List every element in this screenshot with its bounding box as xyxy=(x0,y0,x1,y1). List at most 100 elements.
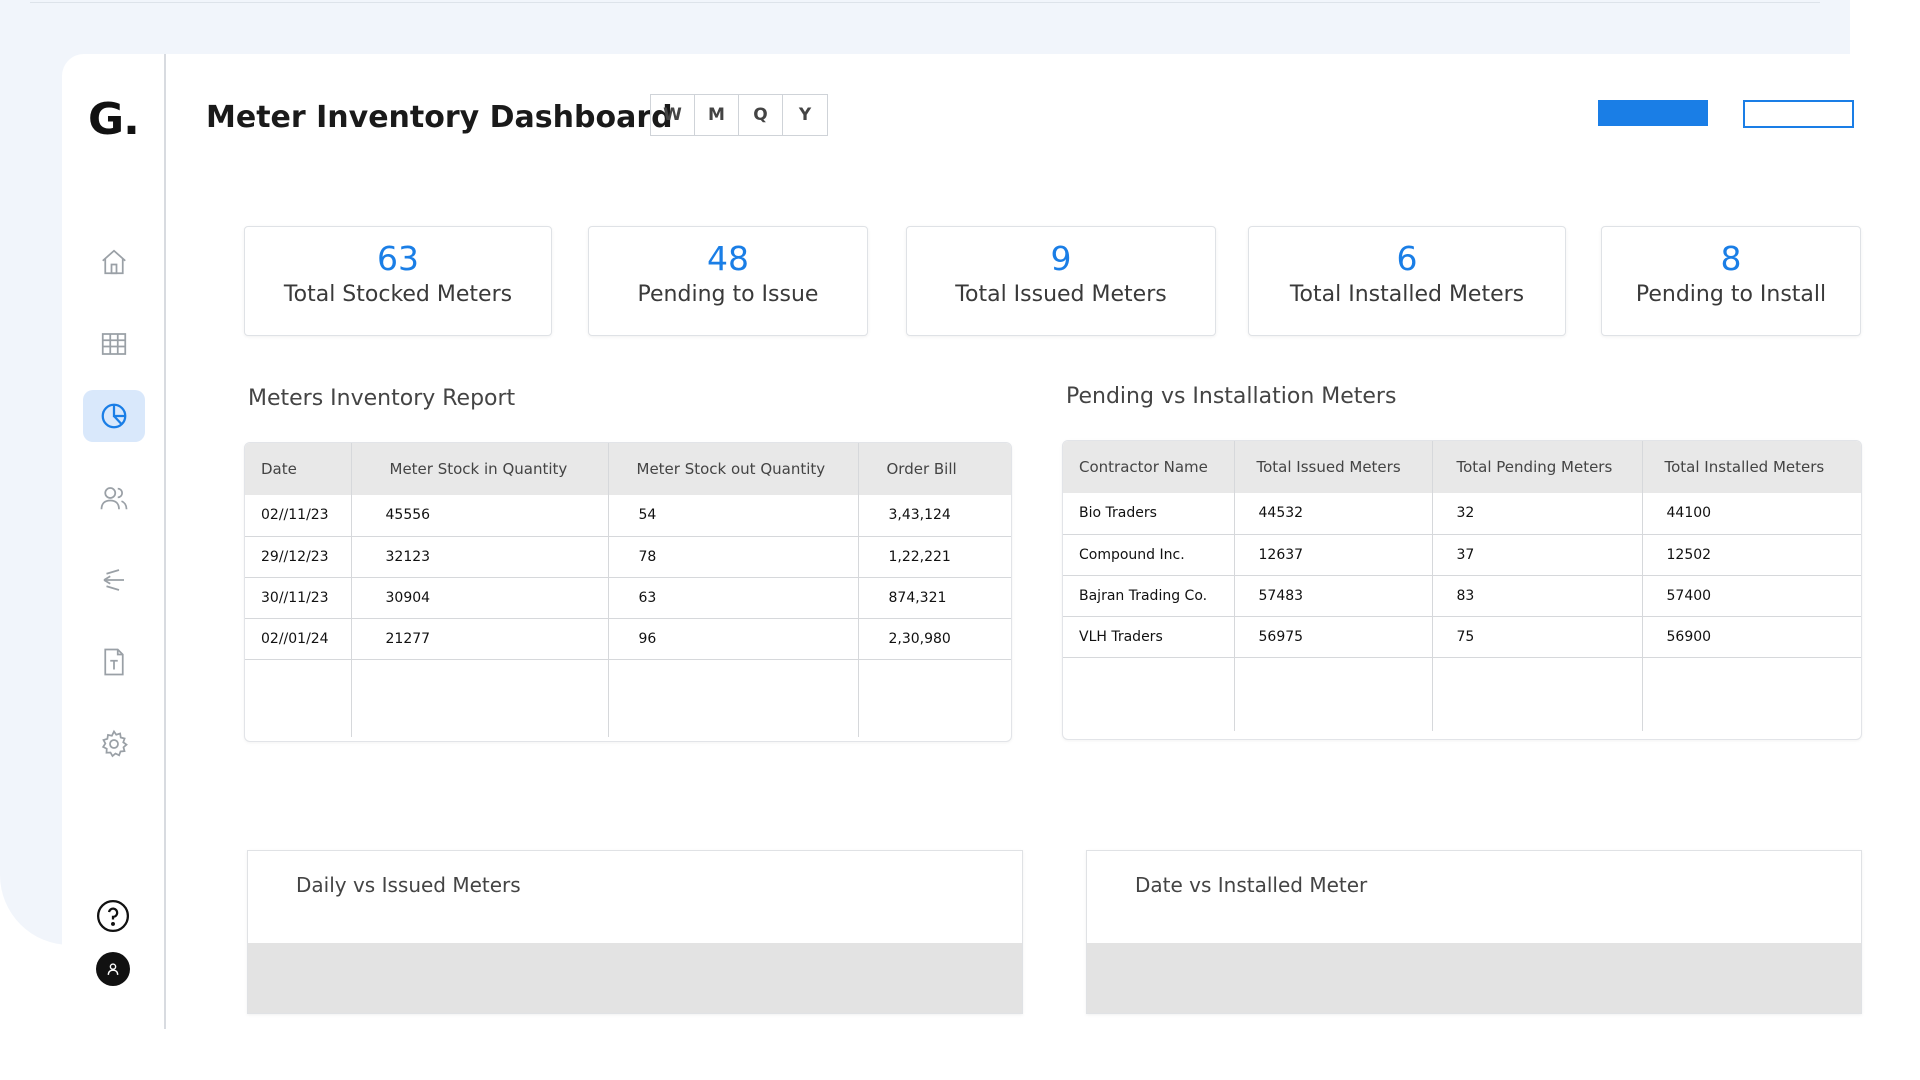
kpi-card-installed: 6 Total Installed Meters xyxy=(1248,226,1566,336)
table-cell xyxy=(1642,657,1861,694)
sidebar-item-transfers[interactable] xyxy=(83,554,145,606)
avatar[interactable] xyxy=(96,952,130,986)
help-icon[interactable] xyxy=(96,899,130,933)
kpi-value: 6 xyxy=(1396,239,1418,278)
period-selector: W M Q Y xyxy=(650,94,828,136)
home-icon xyxy=(102,249,126,275)
page-title: Meter Inventory Dashboard xyxy=(206,100,673,135)
kpi-label: Pending to Install xyxy=(1635,282,1827,307)
table-cell xyxy=(1234,694,1433,731)
table-row[interactable]: Bio Traders 44532 32 44100 xyxy=(1063,493,1861,535)
chart-placeholder xyxy=(248,943,1022,1013)
table-row[interactable]: Compound Inc. 12637 37 12502 xyxy=(1063,534,1861,576)
table-cell: 30904 xyxy=(351,577,609,619)
table-cell xyxy=(1642,694,1861,731)
chart-title: Daily vs Issued Meters xyxy=(296,873,521,897)
kpi-value: 63 xyxy=(377,239,419,278)
kpi-value: 9 xyxy=(1050,239,1072,278)
table-row-empty xyxy=(245,659,1011,737)
table-cell: 02//11/23 xyxy=(245,495,352,537)
background-divider xyxy=(30,2,1820,3)
gear-icon xyxy=(101,729,128,758)
table-row[interactable]: 30//11/23 30904 63 874,321 xyxy=(245,577,1011,619)
kpi-card-pending-install: 8 Pending to Install xyxy=(1601,226,1861,336)
column-header[interactable]: Order Bill xyxy=(858,443,1011,495)
table-cell: 37 xyxy=(1432,534,1643,576)
table-cell: 21277 xyxy=(351,618,609,660)
table-row[interactable]: VLH Traders 56975 75 56900 xyxy=(1063,616,1861,658)
pending-installation-table: Contractor Name Total Issued Meters Tota… xyxy=(1062,440,1862,740)
inventory-report-title: Meters Inventory Report xyxy=(248,386,516,411)
sidebar-item-reports[interactable] xyxy=(83,390,145,442)
table-cell: 44100 xyxy=(1642,493,1861,535)
table-cell: VLH Traders xyxy=(1063,616,1235,658)
table-cell: 32123 xyxy=(351,536,609,578)
column-header[interactable]: Meter Stock out Quantity xyxy=(608,443,859,495)
column-header[interactable]: Total Issued Meters xyxy=(1234,441,1433,493)
primary-action-button[interactable] xyxy=(1598,100,1708,126)
period-tab-year[interactable]: Y xyxy=(783,95,827,135)
table-cell: 96 xyxy=(608,618,859,660)
table-cell: 45556 xyxy=(351,495,609,537)
period-tab-week[interactable]: W xyxy=(651,95,695,135)
table-header-row: Date Meter Stock in Quantity Meter Stock… xyxy=(245,443,1011,495)
sidebar-item-documents[interactable] xyxy=(83,636,145,688)
kpi-label: Total Installed Meters xyxy=(1289,282,1525,307)
user-icon xyxy=(107,963,119,975)
table-cell xyxy=(1432,694,1643,731)
table-cell: 57483 xyxy=(1234,575,1433,617)
table-cell xyxy=(1432,657,1643,694)
table-row[interactable]: 29//12/23 32123 78 1,22,221 xyxy=(245,536,1011,578)
kpi-label: Total Issued Meters xyxy=(955,282,1167,307)
sidebar: G. xyxy=(62,54,166,1029)
table-cell: 30//11/23 xyxy=(245,577,352,619)
period-tab-month[interactable]: M xyxy=(695,95,739,135)
sidebar-item-settings[interactable] xyxy=(83,718,145,770)
column-header[interactable]: Contractor Name xyxy=(1063,441,1235,493)
column-header[interactable]: Total Installed Meters xyxy=(1642,441,1861,493)
table-cell: 12637 xyxy=(1234,534,1433,576)
table-row[interactable]: 02//01/24 21277 96 2,30,980 xyxy=(245,618,1011,660)
table-cell: 63 xyxy=(608,577,859,619)
sidebar-item-grid[interactable] xyxy=(83,318,145,370)
table-row-empty xyxy=(1063,694,1861,731)
table-cell xyxy=(1234,657,1433,694)
kpi-label: Pending to Issue xyxy=(637,282,819,307)
logo: G. xyxy=(88,94,140,145)
table-row[interactable]: 02//11/23 45556 54 3,43,124 xyxy=(245,495,1011,537)
table-cell: 56975 xyxy=(1234,616,1433,658)
table-cell xyxy=(1063,657,1235,694)
table-cell: 57400 xyxy=(1642,575,1861,617)
kpi-card-issued: 9 Total Issued Meters xyxy=(906,226,1216,336)
sidebar-item-users[interactable] xyxy=(83,472,145,524)
pending-installation-title: Pending vs Installation Meters xyxy=(1066,384,1397,409)
column-header[interactable]: Total Pending Meters xyxy=(1432,441,1643,493)
column-header[interactable]: Date xyxy=(245,443,352,495)
grid-icon xyxy=(101,333,127,355)
table-cell: Compound Inc. xyxy=(1063,534,1235,576)
secondary-action-button[interactable] xyxy=(1743,100,1854,128)
table-cell xyxy=(608,659,859,737)
table-cell: 32 xyxy=(1432,493,1643,535)
period-tab-quarter[interactable]: Q xyxy=(739,95,783,135)
table-cell: 44532 xyxy=(1234,493,1433,535)
table-cell: Bajran Trading Co. xyxy=(1063,575,1235,617)
transfer-icon xyxy=(103,569,124,591)
kpi-card-pending-issue: 48 Pending to Issue xyxy=(588,226,868,336)
table-row[interactable]: Bajran Trading Co. 57483 83 57400 xyxy=(1063,575,1861,617)
kpi-label: Total Stocked Meters xyxy=(283,282,513,307)
document-icon xyxy=(104,648,124,676)
table-cell: Bio Traders xyxy=(1063,493,1235,535)
kpi-card-stocked: 63 Total Stocked Meters xyxy=(244,226,552,336)
table-cell xyxy=(245,659,352,737)
column-header[interactable]: Meter Stock in Quantity xyxy=(351,443,609,495)
table-cell: 83 xyxy=(1432,575,1643,617)
chart-placeholder xyxy=(1087,943,1861,1013)
table-cell: 12502 xyxy=(1642,534,1861,576)
table-cell xyxy=(858,659,1011,737)
table-cell: 3,43,124 xyxy=(858,495,1011,537)
sidebar-item-home[interactable] xyxy=(83,236,145,288)
table-cell: 54 xyxy=(608,495,859,537)
inventory-report-table: Date Meter Stock in Quantity Meter Stock… xyxy=(244,442,1012,742)
table-cell xyxy=(351,659,609,737)
